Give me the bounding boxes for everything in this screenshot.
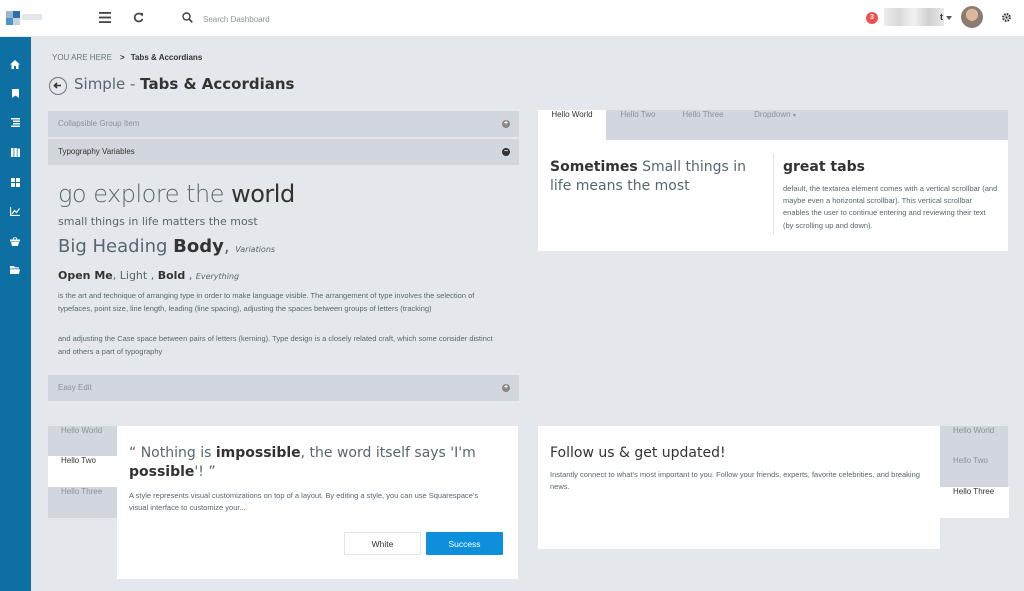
book-icon[interactable] [8,145,22,159]
avatar[interactable] [961,6,983,28]
arrow-left-icon [53,82,61,89]
back-button[interactable] [49,77,67,95]
success-button[interactable]: Success [426,532,503,555]
top-bar: 3 t [0,0,1024,37]
vertical-tabs-right: Hello World Hello Two Hello Three [940,426,1009,518]
page-title: Simple - Tabs & Accordians [74,75,295,93]
accordion-collapsible-group-item[interactable]: Collapsible Group Item + [48,111,519,137]
notification-badge[interactable]: 3 [866,12,878,24]
follow-card: Follow us & get updated! Instantly conne… [538,426,940,549]
weight-comma: , [185,269,196,282]
username-menu[interactable]: t [940,12,952,22]
breadcrumb-separator: > [120,53,125,62]
breadcrumb-current[interactable]: Tabs & Accordians [131,53,203,62]
mid-comma: , [223,236,236,257]
tabs-card: Hello World Hello Two Hello Three Dropdo… [538,110,1008,251]
vtab-hello-two[interactable]: Hello Two [940,456,1009,487]
quote-bold-2: possible [129,464,195,480]
big-bold: world [231,180,295,208]
refresh-icon[interactable] [133,12,144,25]
list-icon[interactable] [8,115,22,129]
accordion-typography-variables[interactable]: Typography Variables − [48,139,519,165]
white-button[interactable]: White [344,532,421,555]
mid-italic: Variations [235,245,276,254]
tab-heading-bold: Sometimes [550,159,638,175]
quote: “ Nothing is impossible, the word itself… [129,444,499,482]
typography-paragraph-1: is the art and technique of arranging ty… [58,291,475,313]
quote-open: “ Nothing is [129,445,216,461]
weight-bold1: Open Me [58,269,113,282]
vtab-hello-two[interactable]: Hello Two [48,456,117,487]
grid-icon[interactable] [8,175,22,189]
weight-italic: Everything [195,272,240,281]
folder-icon[interactable] [8,263,22,277]
breadcrumb-prefix: YOU ARE HERE [52,53,113,62]
tab-content-heading: Sometimes Small things in life means the… [550,158,765,196]
page-title-light: Simple - [74,75,141,93]
expand-icon[interactable]: + [502,384,510,392]
accordion-label: Collapsible Group Item [58,119,140,128]
tab-hello-three[interactable]: Hello Three [670,110,736,140]
mid-bold: Body [173,236,224,257]
quote-close: '! ” [194,464,216,480]
tab-content-title: great tabs [783,159,865,175]
chevron-down-icon [945,15,952,20]
home-icon[interactable] [8,57,22,71]
search-input[interactable] [203,12,423,26]
bookmark-icon[interactable] [8,86,22,100]
typography-big-heading: go explore the world [58,180,295,208]
quote-mid: , the word itself says 'I'm [300,445,476,461]
collapse-icon[interactable]: − [502,148,510,156]
breadcrumb: YOU ARE HERE > Tabs & Accordians [52,53,202,62]
divider [773,153,774,235]
caret-down-icon: ▾ [792,113,796,119]
menu-icon[interactable] [99,12,111,25]
accordion-label: Typography Variables [58,147,135,156]
tab-hello-two[interactable]: Hello Two [606,110,670,140]
quote-card: “ Nothing is impossible, the word itself… [117,426,518,579]
gear-icon[interactable] [1001,12,1012,25]
expand-icon[interactable]: + [502,120,510,128]
page-title-bold: Tabs & Accordians [140,75,295,93]
typography-mid-heading: Big Heading Body, Variations [58,236,275,257]
accordion-label: Easy Edit [58,383,92,392]
follow-text: Instantly connect to what's most importa… [550,470,920,492]
vtab-hello-three[interactable]: Hello Three [48,487,117,518]
chart-icon[interactable] [8,204,22,218]
accordion-easy-edit[interactable]: Easy Edit + [48,375,519,401]
basket-icon[interactable] [8,234,22,248]
mid-light: Big Heading [58,236,174,257]
vtab-hello-three[interactable]: Hello Three [940,487,1009,518]
big-light: go explore the [58,180,232,208]
tab-hello-world[interactable]: Hello World [538,110,606,140]
logo[interactable] [6,11,46,25]
search-icon[interactable] [182,12,193,25]
tab-dropdown[interactable]: Dropdown ▾ [736,110,814,140]
username-blurred [884,8,944,26]
typography-small-text: small things in life matters the most [58,215,258,228]
tab-strip: Hello World Hello Two Hello Three Dropdo… [538,110,1008,140]
vertical-tabs-left: Hello World Hello Two Hello Three [48,426,117,518]
typography-paragraph-2: and adjusting the Case space between pai… [58,334,493,356]
tab-content-text: default, the textarea element comes with… [783,184,998,230]
vtab-hello-world[interactable]: Hello World [48,426,117,457]
sidebar [0,37,31,591]
follow-title: Follow us & get updated! [550,445,726,461]
quote-description: A style represents visual customizations… [129,491,479,513]
tab-dropdown-label: Dropdown [754,110,791,119]
username-tail: t [940,12,943,22]
weight-light: , Light , [112,269,158,282]
vtab-hello-world[interactable]: Hello World [940,426,1009,457]
quote-bold-1: impossible [215,445,301,461]
weight-bold2: Bold [157,269,186,282]
typography-weights: Open Me, Light , Bold , Everything [58,269,239,282]
